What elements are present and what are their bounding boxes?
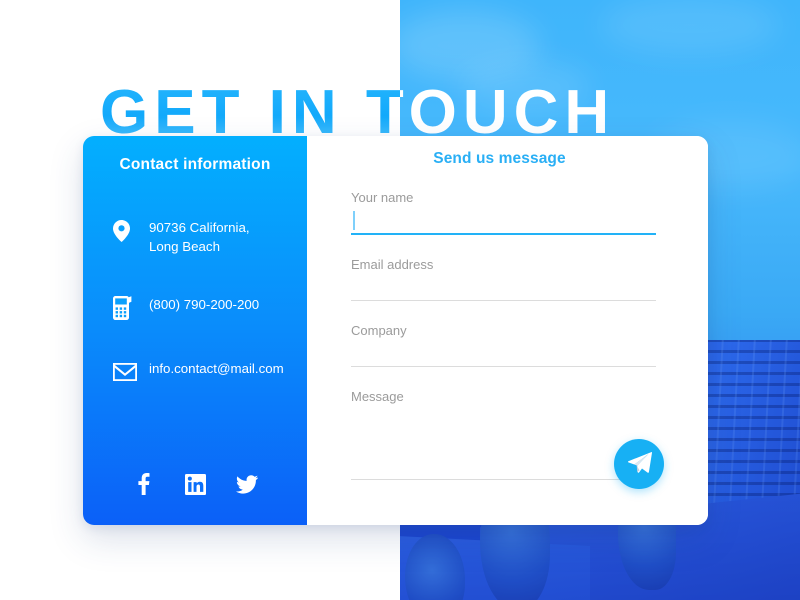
twitter-icon[interactable] [236,473,258,495]
field-email-address[interactable]: Email address [351,257,656,301]
cloud-shape [600,0,780,55]
envelope-icon [113,359,141,385]
field-your-name[interactable]: Your name [351,190,656,235]
contact-address-text: 90736 California, Long Beach [149,220,250,255]
contact-details-list: 90736 California, Long Beach (800) 790-2… [83,218,307,385]
contact-email-text: info.contact@mail.com [149,360,284,376]
email-address-input[interactable] [351,281,656,301]
message-label: Message [351,389,404,404]
contact-card: Contact information 90736 California, Lo… [83,136,708,525]
field-message[interactable]: Message [351,389,656,480]
contact-row-phone: (800) 790-200-200 [83,295,307,321]
linkedin-icon[interactable] [184,473,206,495]
your-name-input[interactable] [351,211,656,235]
contact-information-panel: Contact information 90736 California, Lo… [83,136,307,525]
mobile-phone-icon [113,295,141,321]
text-cursor [353,211,355,230]
contact-page: GET IN TOUCH GET IN TOUCH Contact inform… [0,0,800,600]
email-address-label: Email address [351,257,434,272]
your-name-label: Your name [351,190,414,205]
facebook-icon[interactable] [132,473,154,495]
message-form-panel: Send us message Your name Email address … [307,136,708,525]
social-links [83,473,307,495]
company-input[interactable] [351,347,656,367]
location-pin-icon [113,218,141,244]
contact-row-address: 90736 California, Long Beach [83,218,307,257]
company-label: Company [351,323,407,338]
message-input[interactable] [351,413,656,480]
form-title: Send us message [433,150,566,167]
contact-information-title: Contact information [119,156,271,173]
send-button[interactable] [614,439,664,489]
contact-row-email: info.contact@mail.com [83,359,307,385]
contact-phone-text: (800) 790-200-200 [149,296,260,312]
send-icon [627,451,652,477]
field-company[interactable]: Company [351,323,656,367]
